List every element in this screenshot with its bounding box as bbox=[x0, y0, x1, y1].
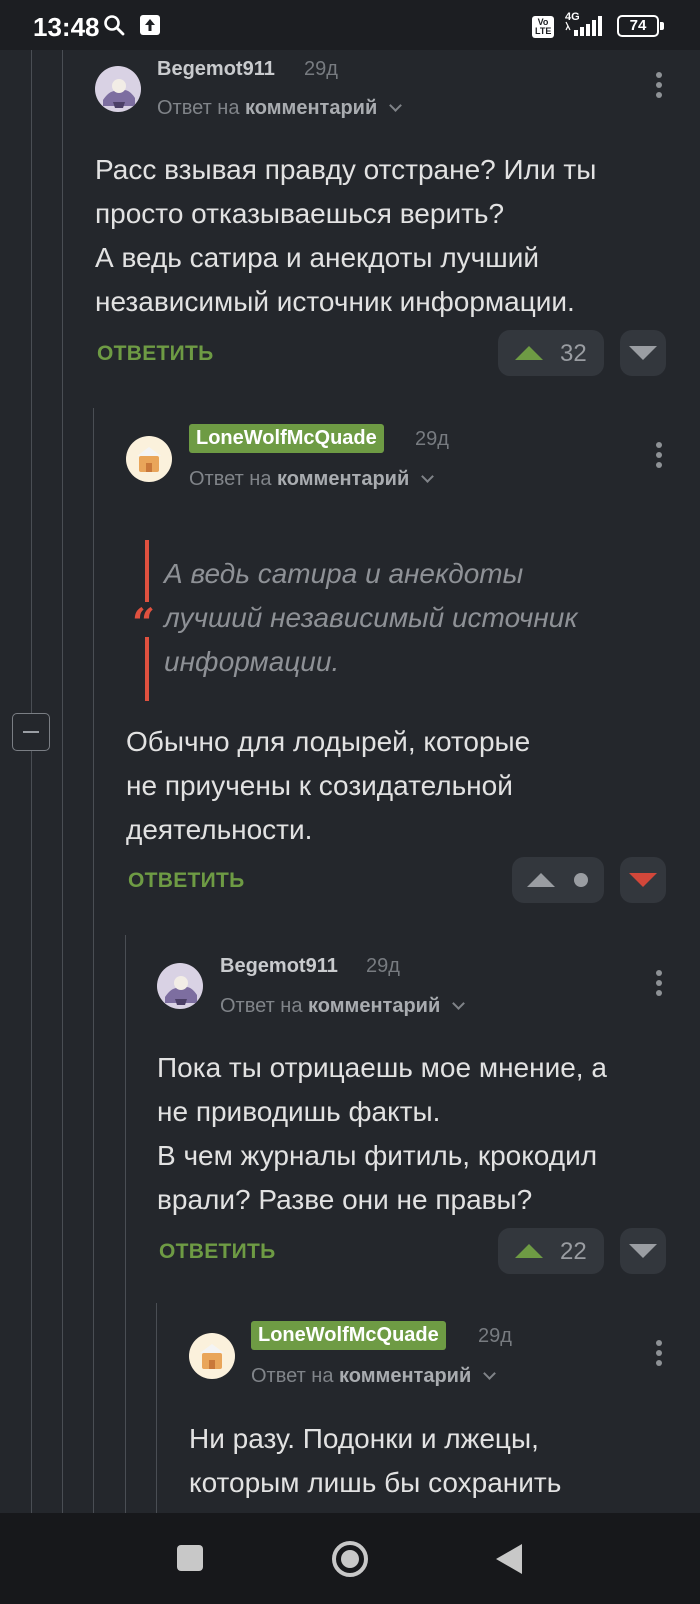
volte-badge: Vo LTE bbox=[532, 16, 554, 38]
chevron-down-icon bbox=[388, 99, 402, 112]
reply-to-link[interactable]: Ответ на комментарий bbox=[251, 1365, 496, 1388]
comment-time: 29д bbox=[304, 58, 338, 80]
more-options-icon[interactable] bbox=[656, 1340, 662, 1370]
reply-to-target: комментарий bbox=[277, 468, 410, 490]
avatar-image bbox=[95, 66, 141, 112]
reply-button[interactable]: ОТВЕТИТЬ bbox=[159, 1240, 276, 1264]
thread-line bbox=[31, 751, 32, 1513]
comment-time: 29д bbox=[366, 955, 400, 977]
chevron-down-icon bbox=[451, 997, 465, 1010]
avatar[interactable] bbox=[157, 963, 203, 1009]
avatar-image bbox=[157, 963, 203, 1009]
reply-to-target: комментарий bbox=[245, 97, 378, 119]
battery-indicator: 74 bbox=[617, 15, 664, 37]
quoted-text: А ведь сатира и анекдоты лучший независи… bbox=[164, 558, 578, 677]
minus-icon bbox=[23, 731, 39, 733]
back-icon[interactable] bbox=[496, 1544, 522, 1574]
upvote-button[interactable]: 22 bbox=[498, 1228, 604, 1274]
upload-icon bbox=[140, 15, 160, 35]
thread-line bbox=[125, 935, 126, 1513]
downvote-button[interactable] bbox=[620, 857, 666, 903]
comment-author[interactable]: Begemot911 bbox=[220, 955, 338, 978]
status-bar: 13:48 Vo LTE 4G 74 bbox=[0, 0, 700, 50]
avatar-image bbox=[126, 436, 172, 482]
collapse-thread-button[interactable] bbox=[12, 713, 50, 751]
comment-body: Ни разу. Подонки и лжецы, которым лишь б… bbox=[189, 1423, 562, 1498]
reply-to-prefix: Ответ на bbox=[251, 1365, 334, 1387]
vote-count: 22 bbox=[560, 1238, 587, 1265]
reply-to-prefix: Ответ на bbox=[157, 97, 240, 119]
search-icon bbox=[104, 15, 125, 36]
reply-to-prefix: Ответ на bbox=[189, 468, 272, 490]
comment-time: 29д bbox=[415, 428, 449, 450]
upvote-button[interactable] bbox=[512, 857, 604, 903]
arrow-down-icon bbox=[629, 1244, 657, 1258]
more-options-icon[interactable] bbox=[656, 72, 662, 102]
reply-button[interactable]: ОТВЕТИТЬ bbox=[97, 342, 214, 366]
reply-to-target: комментарий bbox=[339, 1365, 472, 1387]
arrow-down-icon bbox=[629, 873, 657, 887]
arrow-up-icon bbox=[515, 346, 543, 360]
thread-line bbox=[156, 1303, 157, 1513]
signal-icon bbox=[565, 16, 602, 36]
reply-to-link[interactable]: Ответ на комментарий bbox=[189, 468, 434, 491]
arrow-up-icon bbox=[527, 873, 555, 887]
quote-bar bbox=[145, 540, 149, 602]
thread-line bbox=[62, 50, 63, 1513]
avatar-image bbox=[189, 1333, 235, 1379]
comment-author[interactable]: LoneWolfMcQuade bbox=[251, 1321, 446, 1350]
downvote-button[interactable] bbox=[620, 330, 666, 376]
upvote-button[interactable]: 32 bbox=[498, 330, 604, 376]
arrow-down-icon bbox=[629, 346, 657, 360]
vote-dot-icon bbox=[574, 873, 588, 887]
status-time: 13:48 bbox=[33, 12, 100, 42]
comment-body: Пока ты отрицаешь мое мнение, а не приво… bbox=[157, 1052, 607, 1215]
chevron-down-icon bbox=[482, 1367, 496, 1380]
reply-to-target: комментарий bbox=[308, 995, 441, 1017]
comment-time: 29д bbox=[478, 1325, 512, 1347]
home-icon[interactable] bbox=[332, 1541, 368, 1577]
more-options-icon[interactable] bbox=[656, 970, 662, 1000]
comment-author[interactable]: LoneWolfMcQuade bbox=[189, 424, 384, 453]
comment-body: Расс взывая правду отстране? Или ты прос… bbox=[95, 154, 597, 317]
quote-bar bbox=[145, 637, 149, 701]
reply-to-link[interactable]: Ответ на комментарий bbox=[157, 97, 402, 120]
reply-button[interactable]: ОТВЕТИТЬ bbox=[128, 869, 245, 893]
downvote-button[interactable] bbox=[620, 1228, 666, 1274]
chevron-down-icon bbox=[420, 470, 434, 483]
vote-count: 32 bbox=[560, 340, 587, 367]
thread-line bbox=[31, 50, 32, 713]
arrow-up-icon bbox=[515, 1244, 543, 1258]
recent-apps-icon[interactable] bbox=[177, 1545, 203, 1571]
more-options-icon[interactable] bbox=[656, 442, 662, 472]
thread-line bbox=[93, 408, 94, 1513]
avatar[interactable] bbox=[189, 1333, 235, 1379]
reply-to-link[interactable]: Ответ на комментарий bbox=[220, 995, 465, 1018]
comment-author[interactable]: Begemot911 bbox=[157, 58, 275, 81]
quote-icon: “ bbox=[132, 600, 156, 647]
avatar[interactable] bbox=[126, 436, 172, 482]
avatar[interactable] bbox=[95, 66, 141, 112]
comment-body: Обычно для лодырей, которые не приучены … bbox=[126, 726, 531, 845]
reply-to-prefix: Ответ на bbox=[220, 995, 303, 1017]
